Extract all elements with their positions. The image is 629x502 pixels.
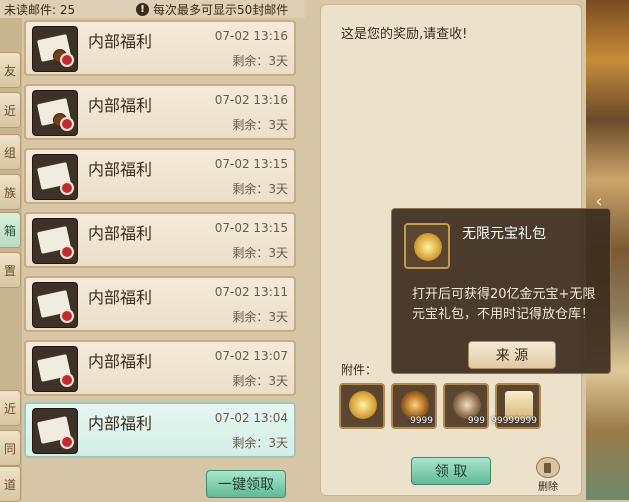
envelope-opened-icon: [32, 408, 78, 454]
mail-date: 07-02 13:07: [214, 349, 288, 363]
envelope-opened-icon: [32, 218, 78, 264]
mail-item[interactable]: 内部福利 07-02 13:16 剩余：3天: [24, 84, 296, 140]
yuanbao-giftpack-icon[interactable]: [339, 383, 385, 429]
envelope-sealed-icon: [32, 90, 78, 136]
mail-date: 07-02 13:04: [214, 411, 288, 425]
yuanbao-giftpack-icon: [404, 223, 450, 269]
mail-item[interactable]: 内部福利 07-02 13:15 剩余：3天: [24, 148, 296, 204]
side-tab-same[interactable]: 同: [0, 430, 21, 466]
claim-button[interactable]: 领 取: [411, 457, 491, 485]
unread-count: 未读邮件: 25: [4, 2, 76, 17]
envelope-opened-icon: [32, 282, 78, 328]
mail-title: 内部福利: [88, 96, 153, 115]
side-tab-mailbox[interactable]: 箱: [0, 212, 21, 248]
side-tab-group[interactable]: 组: [0, 134, 21, 170]
tooltip-title: 无限元宝礼包: [462, 226, 546, 242]
mail-remaining: 剩余：3天: [232, 246, 288, 260]
mail-date: 07-02 13:16: [214, 29, 288, 43]
armor-icon[interactable]: 999: [443, 383, 489, 429]
mail-message: 这是您的奖励,请查收!: [341, 27, 468, 42]
side-tab-clan[interactable]: 族: [0, 174, 21, 210]
side-tab-friends[interactable]: 友: [0, 52, 21, 88]
mail-item[interactable]: 内部福利 07-02 13:15 剩余：3天: [24, 212, 296, 268]
side-tab-path[interactable]: 道: [0, 466, 21, 502]
attachments-label: 附件：: [341, 363, 378, 377]
mail-title: 内部福利: [88, 32, 153, 51]
delete-button[interactable]: 删除: [533, 457, 563, 493]
claim-all-button[interactable]: 一键领取: [206, 470, 286, 498]
mail-item[interactable]: 内部福利 07-02 13:16 剩余：3天: [24, 20, 296, 76]
envelope-sealed-icon: [32, 26, 78, 72]
mail-title: 内部福利: [88, 288, 153, 307]
scroll-icon[interactable]: 99999999: [491, 383, 541, 429]
side-tab-settings[interactable]: 置: [0, 252, 21, 288]
mail-remaining: 剩余：3天: [232, 436, 288, 450]
mail-title: 内部福利: [88, 224, 153, 243]
mail-item[interactable]: 内部福利 07-02 13:07 剩余：3天: [24, 340, 296, 396]
mail-date: 07-02 13:15: [214, 157, 288, 171]
side-tab-bar: 友 近 组 族 箱 置 近 同 道: [0, 0, 22, 502]
source-button[interactable]: 来 源: [468, 341, 556, 369]
mail-list: 内部福利 07-02 13:16 剩余：3天 内部福利 07-02 13:16 …: [24, 20, 300, 458]
mail-date: 07-02 13:15: [214, 221, 288, 235]
mail-header: 未读邮件: 25 ! 每次最多可显示50封邮件: [0, 0, 305, 18]
exclamation-icon: !: [136, 2, 149, 16]
side-tab-recent[interactable]: 近: [0, 390, 21, 426]
tooltip-description: 打开后可获得20亿金元宝+无限元宝礼包，不用时记得放仓库！: [412, 287, 596, 322]
mail-date: 07-02 13:11: [214, 285, 288, 299]
mail-remaining: 剩余：3天: [232, 118, 288, 132]
mail-remaining: 剩余：3天: [232, 374, 288, 388]
mail-remaining: 剩余：3天: [232, 310, 288, 324]
mail-remaining: 剩余：3天: [232, 54, 288, 68]
mail-remaining: 剩余：3天: [232, 182, 288, 196]
envelope-opened-icon: [32, 154, 78, 200]
trash-icon: [536, 457, 560, 478]
mail-title: 内部福利: [88, 352, 153, 371]
mail-title: 内部福利: [88, 160, 153, 179]
mail-title: 内部福利: [88, 414, 153, 433]
mail-date: 07-02 13:16: [214, 93, 288, 107]
notice-text: 每次最多可显示50封邮件: [153, 2, 289, 17]
side-tab-nearby[interactable]: 近: [0, 92, 21, 128]
delete-label: 删除: [538, 482, 558, 493]
attachment-row: 9999 999 99999999: [339, 383, 541, 429]
mail-limit-notice: ! 每次最多可显示50封邮件: [136, 1, 288, 18]
envelope-opened-icon: [32, 346, 78, 392]
mail-item[interactable]: 内部福利 07-02 13:11 剩余：3天: [24, 276, 296, 332]
item-tooltip: 无限元宝礼包 打开后可获得20亿金元宝+无限元宝礼包，不用时记得放仓库！ 来 源: [391, 208, 611, 374]
mail-item-selected[interactable]: 内部福利 07-02 13:04 剩余：3天: [24, 402, 296, 458]
gold-helmet-icon[interactable]: 9999: [391, 383, 437, 429]
